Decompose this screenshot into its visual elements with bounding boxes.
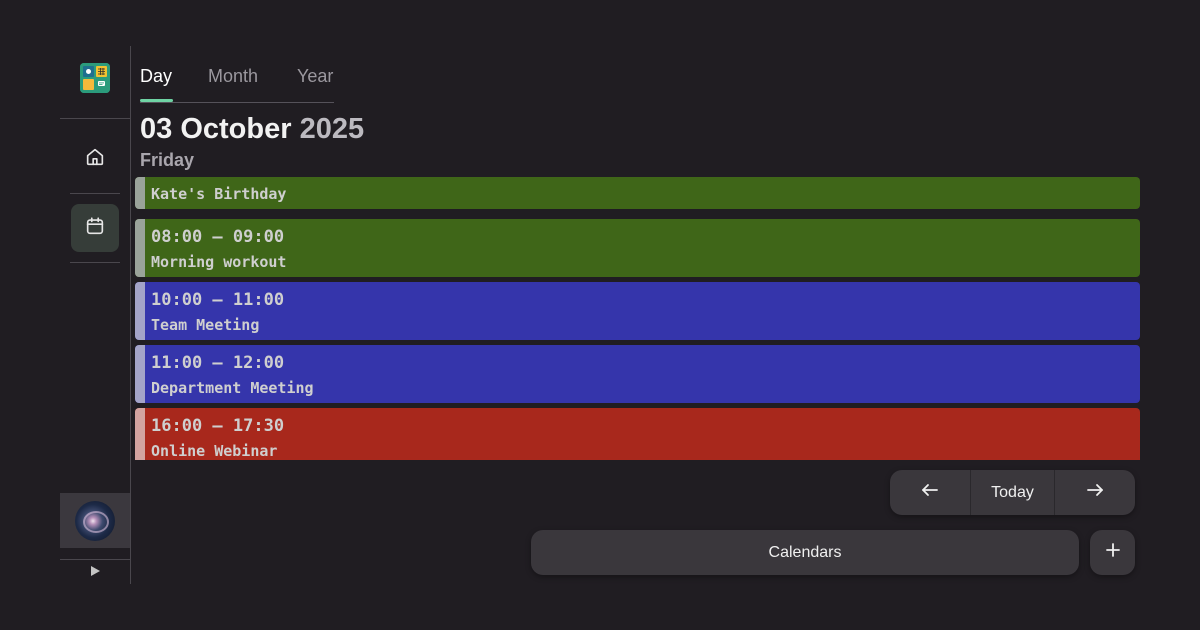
event-title: Kate's Birthday (151, 185, 287, 203)
sidebar-divider (70, 193, 120, 194)
weekday-label: Friday (140, 150, 195, 170)
tab-day[interactable]: Day (140, 66, 172, 87)
event-item[interactable]: 08:00 – 09:00 Morning workout (135, 219, 1140, 277)
date-year: 2025 (299, 113, 365, 145)
next-day-button[interactable] (1055, 470, 1135, 515)
event-time: 11:00 – 12:00 (151, 353, 285, 373)
today-label: Today (991, 483, 1034, 501)
event-color-stripe (135, 177, 145, 209)
event-item-all-day[interactable]: Kate's Birthday (135, 177, 1140, 209)
view-tabs: Day Month Year (140, 64, 334, 103)
event-title: Department Meeting (151, 379, 314, 397)
today-button[interactable]: Today (971, 470, 1054, 515)
user-avatar-button[interactable] (60, 493, 130, 548)
event-title: Online Webinar (151, 442, 278, 460)
calendar-app: Day Month Year 03 October 2025 Friday Ka… (0, 0, 1200, 630)
event-item[interactable]: 16:00 – 17:30 Online Webinar (135, 408, 1140, 460)
event-color-stripe (135, 408, 145, 460)
avatar (75, 500, 115, 541)
arrow-right-icon (1086, 483, 1104, 502)
event-title: Team Meeting (151, 316, 260, 334)
home-icon (84, 146, 106, 173)
event-color-stripe (135, 219, 145, 277)
calendars-label: Calendars (768, 543, 842, 561)
event-time: 10:00 – 11:00 (151, 290, 285, 310)
event-item[interactable]: 10:00 – 11:00 Team Meeting (135, 282, 1140, 340)
event-time: 08:00 – 09:00 (151, 227, 285, 247)
event-time: 16:00 – 17:30 (151, 416, 285, 436)
calendars-button[interactable]: Calendars (531, 530, 1079, 575)
add-event-button[interactable] (1090, 530, 1135, 575)
sidebar-divider (60, 118, 130, 119)
calendar-icon (84, 215, 106, 242)
calendar-app-logo-icon (80, 63, 110, 93)
sidebar-item-calendar[interactable] (71, 204, 119, 252)
active-tab-indicator (140, 99, 173, 102)
play-triangle-icon (89, 565, 101, 580)
event-color-stripe (135, 345, 145, 403)
previous-day-button[interactable] (890, 470, 970, 515)
tab-year[interactable]: Year (297, 66, 333, 87)
event-color-stripe (135, 282, 145, 340)
event-title: Morning workout (151, 253, 287, 271)
page-title: 03 October 2025 (140, 113, 364, 146)
sidebar (60, 46, 131, 584)
date-day-month: 03 October (140, 113, 292, 145)
date-navigation: Today (890, 470, 1135, 515)
sidebar-expand-button[interactable] (60, 560, 130, 584)
plus-icon (1105, 542, 1121, 563)
tab-month[interactable]: Month (208, 66, 258, 87)
sidebar-divider (70, 262, 120, 263)
event-list: Kate's Birthday 08:00 – 09:00 Morning wo… (135, 177, 1140, 460)
arrow-left-icon (921, 483, 939, 502)
event-item[interactable]: 11:00 – 12:00 Department Meeting (135, 345, 1140, 403)
sidebar-item-home[interactable] (71, 135, 119, 183)
